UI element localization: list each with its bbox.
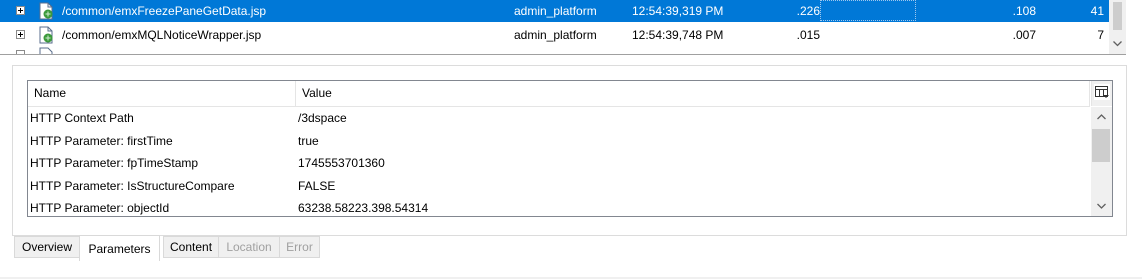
expand-icon[interactable]: [16, 6, 25, 15]
parameters-grid[interactable]: Name Value HTTP Context Path /3dspace HT…: [27, 80, 1113, 217]
tab-overview[interactable]: Overview: [14, 236, 80, 258]
table-row[interactable]: HTTP Parameter: IsStructureCompare FALSE: [28, 175, 1090, 197]
tab-parameters[interactable]: Parameters: [79, 235, 160, 261]
param-name: HTTP Parameter: objectId: [30, 201, 170, 215]
request-cpu-time: .007: [1012, 28, 1036, 42]
tree-vertical-scrollbar[interactable]: [1109, 0, 1126, 54]
scrollbar-thumb[interactable]: [1092, 129, 1110, 162]
request-cpu-time: .108: [1012, 4, 1036, 18]
chevron-down-icon[interactable]: [1112, 38, 1123, 49]
tab-content[interactable]: Content: [163, 236, 219, 258]
request-user: admin_platform: [514, 28, 597, 42]
column-header-name[interactable]: Name: [28, 81, 296, 106]
request-time: 12:54:39,319 PM: [632, 4, 724, 18]
chevron-up-icon[interactable]: [1096, 112, 1107, 121]
param-name: HTTP Parameter: firstTime: [30, 134, 173, 148]
table-row[interactable]: HTTP Parameter: firstTime true: [28, 130, 1090, 152]
request-duration: .226: [796, 4, 820, 18]
tree-row[interactable]: /common/emxMQLNoticeWrapper.jsp admin_pl…: [0, 24, 1109, 46]
grid-rows: HTTP Context Path /3dspace HTTP Paramete…: [28, 107, 1090, 216]
request-time: 12:54:39,748 PM: [632, 28, 724, 42]
request-count: 7: [1097, 28, 1104, 42]
request-user: admin_platform: [514, 4, 597, 18]
param-value: 1745553701360: [298, 156, 385, 170]
param-value: FALSE: [298, 179, 336, 193]
expand-icon[interactable]: [16, 30, 25, 39]
divider: [0, 54, 1126, 55]
detail-tabs: Overview Parameters Content Location Err…: [14, 235, 334, 261]
param-name: HTTP Context Path: [30, 111, 134, 125]
request-duration: .015: [796, 28, 820, 42]
column-chooser[interactable]: [1091, 81, 1112, 106]
request-tree[interactable]: /common/emxFreezePaneGetData.jsp admin_p…: [0, 0, 1142, 55]
request-tree-rows: /common/emxFreezePaneGetData.jsp admin_p…: [0, 0, 1109, 54]
table-row[interactable]: HTTP Context Path /3dspace: [28, 107, 1090, 129]
param-name: HTTP Parameter: fpTimeStamp: [30, 156, 199, 170]
request-path: /common/emxFreezePaneGetData.jsp: [62, 4, 267, 18]
request-count: 41: [1090, 4, 1104, 18]
table-row[interactable]: HTTP Parameter: fpTimeStamp 174555370136…: [28, 152, 1090, 174]
column-header-value[interactable]: Value: [296, 81, 1090, 106]
tab-location: Location: [218, 236, 280, 258]
jsp-file-icon: [39, 47, 53, 54]
jsp-file-icon: [39, 26, 53, 44]
param-value: /3dspace: [298, 111, 347, 125]
param-name: HTTP Parameter: IsStructureCompare: [30, 179, 235, 193]
tree-row-partial[interactable]: [0, 44, 1109, 54]
tree-row-selected[interactable]: /common/emxFreezePaneGetData.jsp admin_p…: [0, 0, 1109, 22]
grid-header: Name Value: [28, 81, 1090, 107]
grid-vertical-scrollbar[interactable]: [1091, 107, 1112, 216]
scrollbar-thumb[interactable]: [1113, 2, 1122, 30]
param-value: 63238.58223.398.54314: [298, 201, 429, 215]
request-path: /common/emxMQLNoticeWrapper.jsp: [62, 28, 262, 42]
chevron-down-icon[interactable]: [1096, 202, 1107, 211]
tab-error: Error: [279, 236, 320, 258]
table-row[interactable]: HTTP Parameter: objectId 63238.58223.398…: [28, 197, 1090, 216]
column-chooser-icon[interactable]: [1094, 84, 1110, 100]
param-value: true: [298, 134, 319, 148]
cell-focus-rect: [820, 0, 916, 21]
jsp-file-icon: [39, 2, 53, 20]
